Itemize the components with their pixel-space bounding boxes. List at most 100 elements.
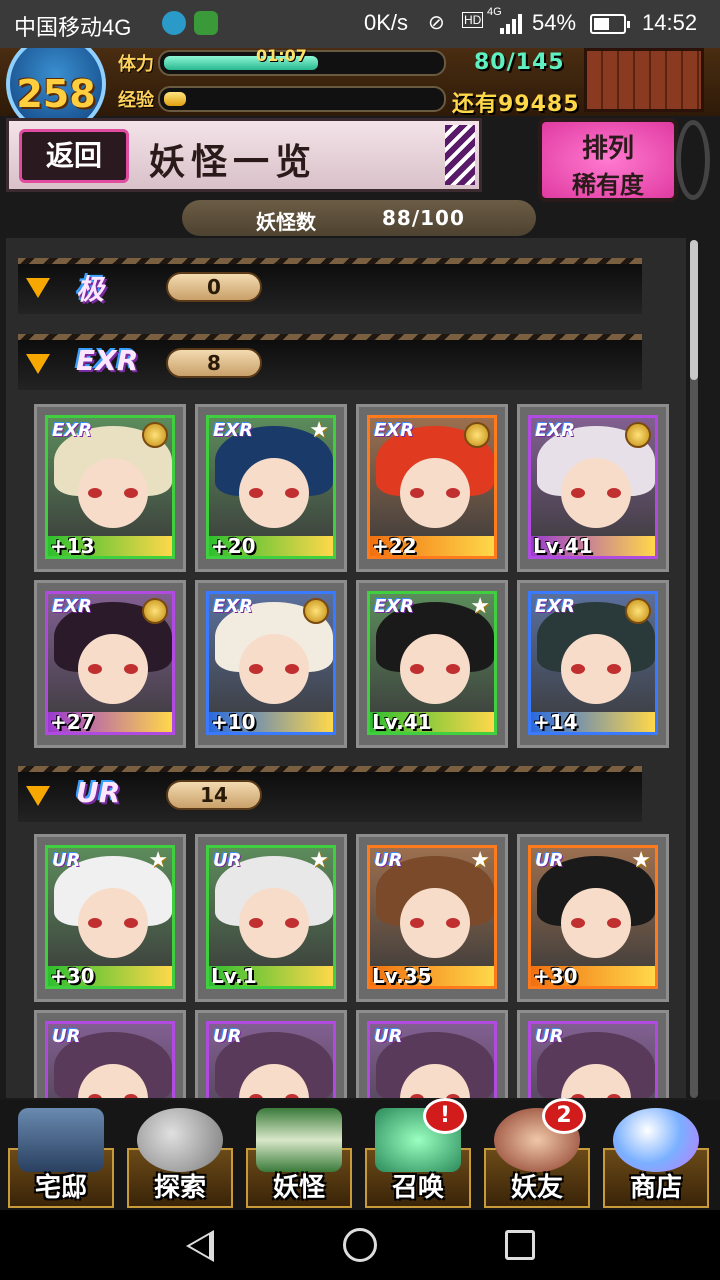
yokai-card[interactable]: EXR Lv.41 xyxy=(517,404,669,572)
card-level-label: +13 xyxy=(50,534,95,558)
sort-button[interactable]: 排列 稀有度 xyxy=(538,118,678,202)
notification-badge: 2 xyxy=(542,1098,586,1134)
menu-item-4[interactable]: 妖友 2 xyxy=(480,1098,594,1210)
battery-percent: 54% xyxy=(532,10,577,35)
card-level-label: Lv.1 xyxy=(211,964,257,988)
yokai-card[interactable]: EXR ★ +20 xyxy=(195,404,347,572)
yokai-card[interactable]: EXR +22 xyxy=(356,404,508,572)
android-nav-bar xyxy=(0,1210,720,1280)
menu-item-0[interactable]: 宅邸 xyxy=(4,1100,118,1210)
stamina-bar: 01:07 xyxy=(158,48,446,76)
yokai-card[interactable]: UR xyxy=(356,1010,508,1098)
scrollbar[interactable] xyxy=(690,240,698,380)
rarity-badge: UR xyxy=(535,1026,564,1047)
menu-item-1[interactable]: 探索 xyxy=(123,1100,237,1210)
notification-badge: ! xyxy=(423,1098,467,1134)
card-bottom-bar: Lv.35 xyxy=(370,964,494,988)
card-level-label: +14 xyxy=(533,710,578,734)
menu-label: 商店 xyxy=(629,1173,682,1203)
gold-medal-icon xyxy=(625,598,651,624)
card-bottom-bar: +27 xyxy=(48,710,172,732)
sort-label: 排列 xyxy=(581,134,634,164)
yokai-card[interactable]: UR ★ +30 xyxy=(34,834,186,1002)
stamina-value: 80/145 xyxy=(474,50,565,75)
card-bottom-bar: Lv.41 xyxy=(370,710,494,732)
rarity-badge: UR xyxy=(213,1026,242,1047)
rarity-badge: EXR xyxy=(52,596,93,617)
card-level-label: +30 xyxy=(50,964,95,988)
title-panel: 返回 妖怪一览 xyxy=(6,118,482,192)
status-bar: 中国移动4G 0K/s ⊘ HD 4G 54% 14:52 xyxy=(0,0,720,48)
exp-bar xyxy=(158,86,446,112)
yokai-card[interactable]: EXR +14 xyxy=(517,580,669,748)
rarity-badge: EXR xyxy=(535,596,576,617)
menu-item-3[interactable]: 召唤! xyxy=(361,1098,475,1210)
magnifier-icon xyxy=(137,1108,223,1172)
collapse-arrow-icon xyxy=(26,278,50,298)
yokai-portrait: EXR +13 xyxy=(45,415,175,559)
card-bottom-bar: +13 xyxy=(48,534,172,558)
yokai-portrait: UR xyxy=(45,1021,175,1098)
collapse-arrow-icon xyxy=(26,354,50,374)
network-speed: 0K/s xyxy=(364,10,409,35)
section-header-kiwami[interactable]: 极 0 xyxy=(18,258,642,314)
star-icon: ★ xyxy=(309,418,329,443)
rarity-tag: UR xyxy=(76,776,121,809)
section-header-ur[interactable]: UR 14 xyxy=(18,766,642,822)
yokai-card[interactable]: UR xyxy=(195,1010,347,1098)
yokai-card[interactable]: EXR ★ Lv.41 xyxy=(356,580,508,748)
yokai-portrait: EXR ★ Lv.41 xyxy=(367,591,497,735)
back-button[interactable]: 返回 xyxy=(19,129,129,183)
house-icon xyxy=(18,1108,104,1172)
card-bottom-bar: Lv.41 xyxy=(531,534,655,556)
yokai-card[interactable]: EXR +10 xyxy=(195,580,347,748)
card-bottom-bar: +14 xyxy=(531,710,655,734)
collapse-arrow-icon xyxy=(26,786,50,806)
page-title: 妖怪一览 xyxy=(149,142,318,183)
menu-label: 探索 xyxy=(153,1173,206,1203)
battery-icon xyxy=(590,14,630,34)
star-icon: ★ xyxy=(470,848,490,873)
yokai-card[interactable]: UR xyxy=(34,1010,186,1098)
card-level-label: Lv.35 xyxy=(372,964,432,988)
menu-item-2[interactable]: 妖怪 xyxy=(242,1100,356,1210)
yokai-portrait: UR xyxy=(206,1021,336,1098)
yokai-portrait: UR ★ Lv.35 xyxy=(367,845,497,989)
star-icon: ★ xyxy=(470,594,490,619)
rarity-count: 8 xyxy=(166,348,262,378)
yokai-card[interactable]: UR ★ +30 xyxy=(517,834,669,1002)
rarity-count: 14 xyxy=(166,780,262,810)
exp-remaining: 还有99485 xyxy=(452,92,580,117)
section-header-exr[interactable]: EXR 8 xyxy=(18,334,642,390)
sort-value: 稀有度 xyxy=(572,171,644,199)
yokai-card[interactable]: UR xyxy=(517,1010,669,1098)
yokai-card[interactable]: UR ★ Lv.1 xyxy=(195,834,347,1002)
yokai-card[interactable]: UR ★ Lv.35 xyxy=(356,834,508,1002)
yokai-list: 极 0 EXR 8 UR 14 EXR +13 EXR ★ +20 EXR +22 EXR Lv… xyxy=(6,238,686,1098)
yokai-portrait: UR xyxy=(367,1021,497,1098)
back-nav-icon[interactable] xyxy=(186,1230,214,1262)
home-nav-icon[interactable] xyxy=(343,1228,377,1262)
yokai-portrait: EXR Lv.41 xyxy=(528,415,658,559)
card-bottom-bar: +22 xyxy=(370,534,494,558)
rarity-tag: 极 xyxy=(76,273,105,306)
yokai-card[interactable]: EXR +13 xyxy=(34,404,186,572)
card-bottom-bar: +20 xyxy=(209,534,333,556)
card-level-label: +30 xyxy=(533,964,578,988)
rarity-badge: EXR xyxy=(52,420,93,441)
player-level: 258 xyxy=(16,72,96,116)
yokai-portrait: UR xyxy=(528,1021,658,1098)
notification-app-icon xyxy=(194,11,218,35)
game-screen: 258 体力 01:07 80/145 经验 还有99485 返回 妖怪一览 排… xyxy=(0,48,720,1210)
gold-medal-icon xyxy=(625,422,651,448)
rarity-badge: UR xyxy=(374,1026,403,1047)
treasure-chest-icon[interactable] xyxy=(584,48,704,112)
card-level-label: +22 xyxy=(372,534,417,558)
rarity-badge: EXR xyxy=(535,420,576,441)
bottom-menu: 宅邸 探索 妖怪 召唤! 妖友 2 商店 xyxy=(0,1098,720,1210)
yokai-card[interactable]: EXR +27 xyxy=(34,580,186,748)
exp-label: 经验 xyxy=(118,90,154,111)
menu-item-5[interactable]: 商店 xyxy=(599,1100,713,1210)
rarity-badge: EXR xyxy=(374,420,415,441)
recent-apps-icon[interactable] xyxy=(505,1230,535,1260)
